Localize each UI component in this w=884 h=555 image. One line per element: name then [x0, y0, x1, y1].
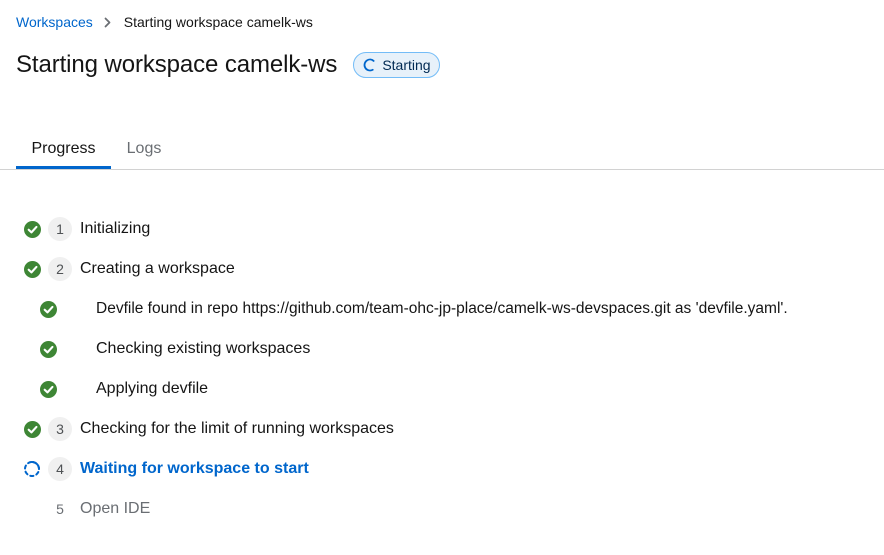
step-number: 5: [56, 501, 64, 517]
spinner-icon: [363, 58, 377, 72]
spinner-icon: [23, 460, 41, 478]
progress-substep: Devfile found in repo https://github.com…: [0, 297, 884, 321]
page-title: Starting workspace camelk-ws: [16, 51, 338, 78]
step-label: Waiting for workspace to start: [80, 460, 309, 477]
substep-label: Applying devfile: [96, 380, 209, 397]
progress-step-pending: 5 Open IDE: [0, 497, 884, 521]
tab-progress[interactable]: Progress: [16, 130, 111, 169]
step-number: 1: [48, 217, 72, 241]
page-header: Starting workspace camelk-ws Starting: [16, 48, 440, 82]
tab-logs[interactable]: Logs: [111, 130, 177, 168]
check-circle-icon: [23, 420, 41, 438]
breadcrumb-link-workspaces[interactable]: Workspaces: [16, 14, 93, 30]
progress-step-active: 4 Waiting for workspace to start: [0, 457, 884, 481]
breadcrumb-current: Starting workspace camelk-ws: [123, 14, 313, 30]
check-circle-icon: [23, 220, 41, 238]
progress-substep: Checking existing workspaces: [0, 337, 884, 361]
check-circle-icon: [39, 380, 57, 398]
progress-substep: Applying devfile: [0, 377, 884, 401]
check-circle-icon: [39, 300, 57, 318]
step-number: 3: [48, 417, 72, 441]
progress-step: 2 Creating a workspace: [0, 257, 884, 281]
check-circle-icon: [23, 260, 41, 278]
step-label: Initializing: [80, 220, 151, 237]
step-label: Creating a workspace: [80, 260, 235, 277]
check-circle-icon: [39, 340, 57, 358]
status-badge-label: Starting: [382, 57, 431, 73]
progress-step: 1 Initializing: [0, 217, 884, 241]
step-label: Checking for the limit of running worksp…: [80, 420, 394, 437]
breadcrumb: Workspaces Starting workspace camelk-ws: [16, 13, 313, 31]
chevron-right-icon: [104, 17, 111, 28]
step-number: 2: [48, 257, 72, 281]
substep-label: Devfile found in repo https://github.com…: [96, 300, 788, 317]
progress-step: 3 Checking for the limit of running work…: [0, 417, 884, 441]
step-label: Open IDE: [80, 500, 151, 517]
tabs: Progress Logs: [0, 130, 884, 170]
substep-label: Checking existing workspaces: [96, 340, 311, 357]
step-number: 4: [48, 457, 72, 481]
status-badge: Starting: [353, 52, 440, 78]
